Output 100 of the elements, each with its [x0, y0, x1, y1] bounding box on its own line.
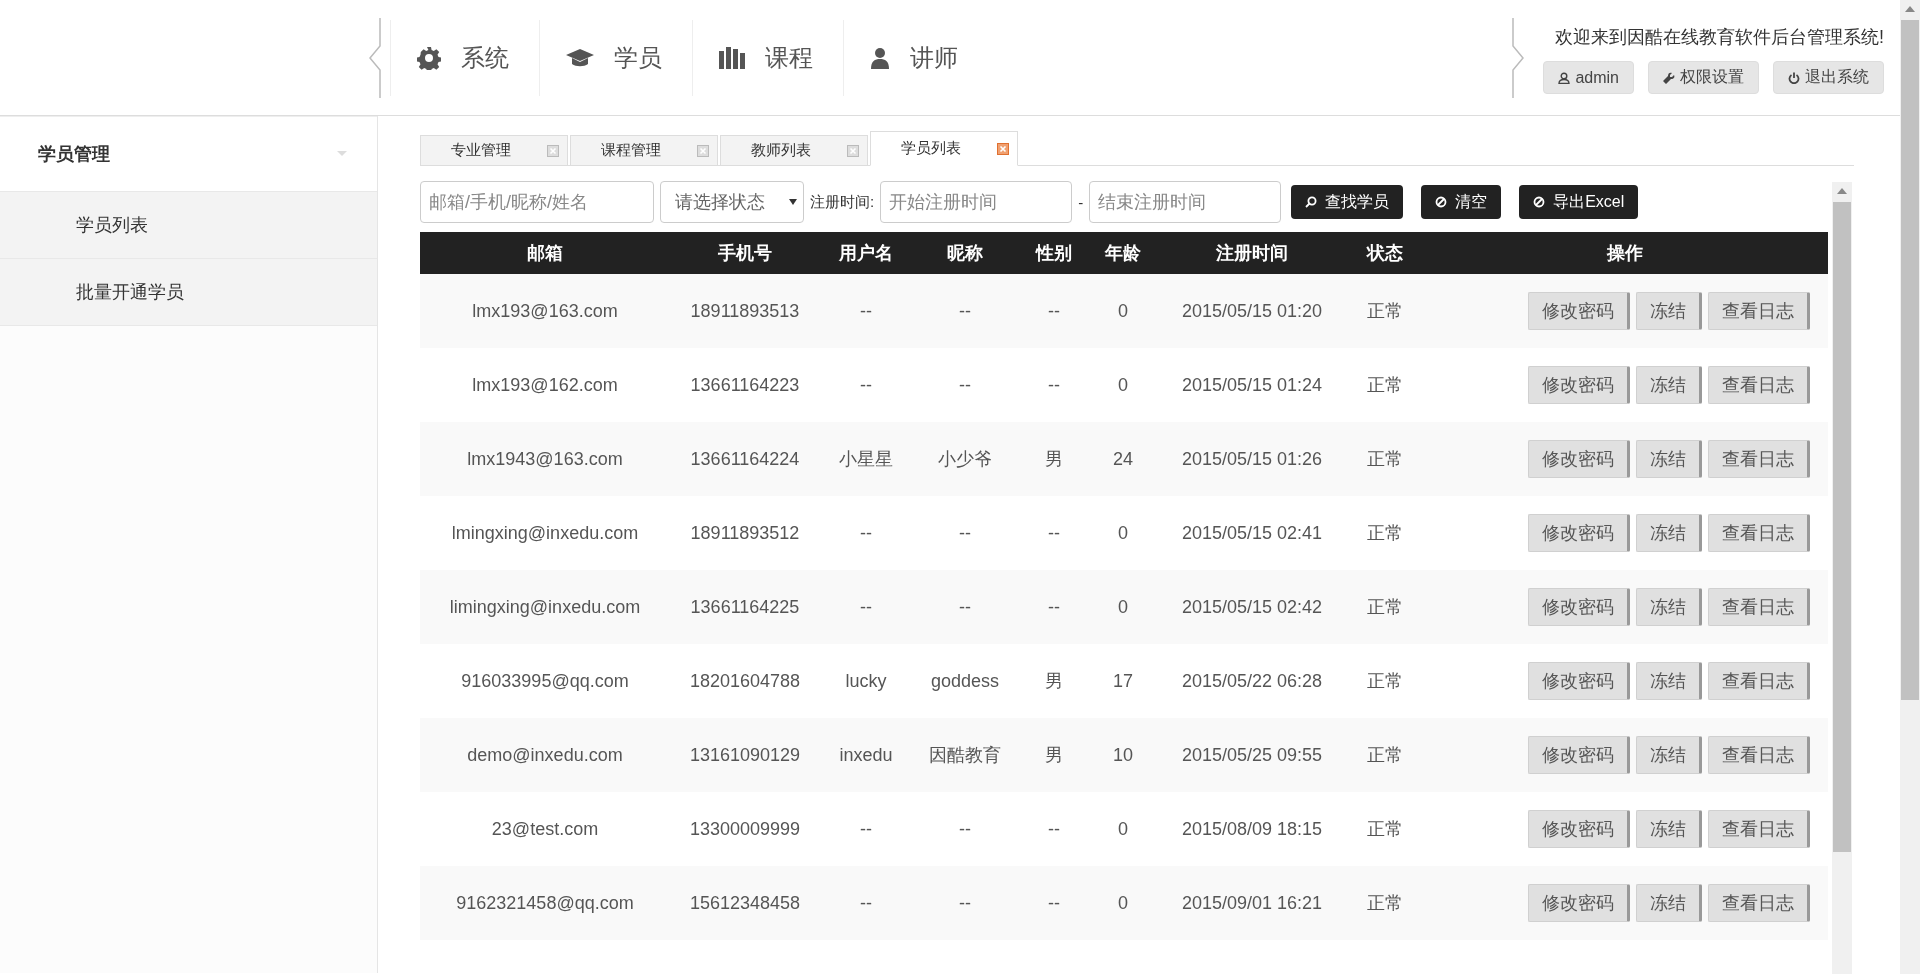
action-button[interactable]: 修改密码 [1528, 292, 1630, 330]
table-cell-text: 小星星 [838, 448, 894, 471]
page-scrollbar[interactable] [1900, 0, 1920, 974]
table-cell-text: lmx193@162.com [471, 374, 619, 396]
close-icon[interactable] [847, 144, 859, 157]
action-button[interactable]: 查看日志 [1708, 440, 1810, 478]
action-button[interactable]: 冻结 [1636, 884, 1702, 922]
header-button[interactable]: 退出系统 [1773, 61, 1884, 94]
table-cell-text: 0 [1117, 892, 1129, 914]
header-button[interactable]: 权限设置 [1648, 61, 1759, 94]
column-header: 年龄 [1104, 242, 1142, 265]
table-cell-text: 18911893513 [689, 300, 801, 322]
table-cell-text: 0 [1117, 300, 1129, 322]
tab[interactable]: 课程管理 [570, 135, 718, 165]
table-cell-text: demo@inxedu.com [466, 744, 624, 766]
table-cell-text: 正常 [1366, 892, 1404, 915]
action-button[interactable]: 查看日志 [1708, 810, 1810, 848]
column-header: 状态 [1365, 242, 1404, 265]
action-button[interactable]: 修改密码 [1528, 514, 1630, 552]
scroll-up-icon[interactable] [1837, 188, 1847, 194]
nav-menu-item[interactable]: 课程 [693, 19, 844, 96]
action-button[interactable]: 修改密码 [1528, 884, 1630, 922]
action-button[interactable]: 查看日志 [1708, 292, 1810, 330]
status-select[interactable]: 请选择状态 [660, 181, 804, 223]
column-header: 性别 [1034, 242, 1073, 265]
table-cell-text: 18201604788 [688, 670, 802, 692]
close-icon[interactable] [547, 144, 559, 157]
table-cell-text: -- [958, 892, 972, 914]
table-cell-text: 916033995@qq.com [460, 670, 630, 692]
action-button[interactable]: 修改密码 [1528, 810, 1630, 848]
action-button[interactable]: 修改密码 [1528, 440, 1630, 478]
wrench-icon [1663, 71, 1675, 84]
sidebar-item[interactable]: 学员列表 [0, 191, 377, 258]
tab[interactable]: 教师列表 [720, 135, 868, 165]
nav-menu-item[interactable]: 讲师 [844, 19, 988, 96]
table-cell-text: 2015/09/01 16:21 [1180, 892, 1324, 914]
action-button[interactable]: 修改密码 [1528, 588, 1630, 626]
table-cell-text: 小少爷 [937, 448, 993, 471]
action-button[interactable]: 冻结 [1636, 736, 1702, 774]
toolbar-button[interactable]: 查找学员 [1291, 185, 1404, 219]
table-cell-text: 0 [1117, 522, 1129, 544]
table-cell-text: 10 [1112, 744, 1134, 766]
table-cell-text: 13161090129 [688, 744, 802, 766]
table-cell-text: 2015/08/09 18:15 [1180, 818, 1324, 840]
date-label: 注册时间: [810, 192, 875, 212]
table-cell-text: 0 [1117, 596, 1129, 618]
action-button[interactable]: 冻结 [1636, 662, 1702, 700]
action-button[interactable]: 修改密码 [1528, 366, 1630, 404]
table-cell-text: -- [958, 300, 972, 322]
end-date-field[interactable]: 结束注册时间 [1089, 181, 1282, 223]
action-button[interactable]: 查看日志 [1708, 884, 1810, 922]
graduation-cap-icon [566, 47, 594, 68]
table-cell-text: lucky [844, 670, 888, 692]
table-cell-text: -- [859, 522, 873, 544]
table-cell-text: 13661164224 [689, 448, 801, 470]
column-header: 用户名 [838, 242, 894, 265]
action-button[interactable]: 冻结 [1636, 292, 1702, 330]
action-button[interactable]: 冻结 [1636, 588, 1702, 626]
action-button[interactable]: 查看日志 [1708, 366, 1810, 404]
action-button[interactable]: 查看日志 [1708, 588, 1810, 626]
sidebar-title: 学员管理 [38, 143, 110, 166]
action-button[interactable]: 修改密码 [1528, 662, 1630, 700]
tab[interactable]: 专业管理 [420, 135, 568, 165]
table-cell-text: 男 [1044, 744, 1064, 767]
nav-menu-item[interactable]: 学员 [540, 19, 693, 96]
search-icon [1305, 196, 1318, 208]
start-date-field[interactable]: 开始注册时间 [880, 181, 1073, 223]
toolbar-button[interactable]: 导出Excel [1519, 185, 1639, 219]
table-cell-text: -- [958, 818, 972, 840]
tab[interactable]: 学员列表 [870, 131, 1018, 166]
table-cell-text: 15612348458 [688, 892, 802, 914]
action-button[interactable]: 查看日志 [1708, 662, 1810, 700]
scroll-up-icon[interactable] [1905, 6, 1915, 12]
table-cell-text: 2015/05/15 01:20 [1180, 300, 1324, 322]
power-icon [1788, 71, 1800, 84]
table-cell-text: -- [1047, 300, 1061, 322]
welcome-text: 欢迎来到因酷在线教育软件后台管理系统! [1555, 26, 1884, 49]
action-button[interactable]: 冻结 [1636, 810, 1702, 848]
column-header: 昵称 [946, 242, 984, 265]
table-cell-text: 因酷教育 [928, 744, 1002, 767]
table-cell-text: 正常 [1366, 300, 1404, 323]
table-cell-text: 23@test.com [490, 818, 600, 840]
close-icon[interactable] [697, 144, 709, 157]
nav-menu-item[interactable]: 系统 [390, 19, 540, 96]
action-button[interactable]: 冻结 [1636, 366, 1702, 404]
action-button[interactable]: 冻结 [1636, 514, 1702, 552]
action-button[interactable]: 查看日志 [1708, 514, 1810, 552]
table-cell-text: 2015/05/25 09:55 [1180, 744, 1324, 766]
header-button[interactable]: admin [1543, 61, 1634, 94]
close-icon[interactable] [997, 142, 1009, 155]
table-cell-text: -- [958, 522, 972, 544]
table-cell-text: -- [859, 596, 873, 618]
action-button[interactable]: 修改密码 [1528, 736, 1630, 774]
toolbar-button[interactable]: 清空 [1421, 185, 1502, 219]
table-cell-text: 24 [1112, 448, 1134, 470]
sidebar-item[interactable]: 批量开通学员 [0, 258, 377, 326]
search-field[interactable]: 邮箱/手机/昵称/姓名 [420, 181, 654, 223]
scrollbar[interactable] [1832, 182, 1852, 974]
action-button[interactable]: 查看日志 [1708, 736, 1810, 774]
action-button[interactable]: 冻结 [1636, 440, 1702, 478]
